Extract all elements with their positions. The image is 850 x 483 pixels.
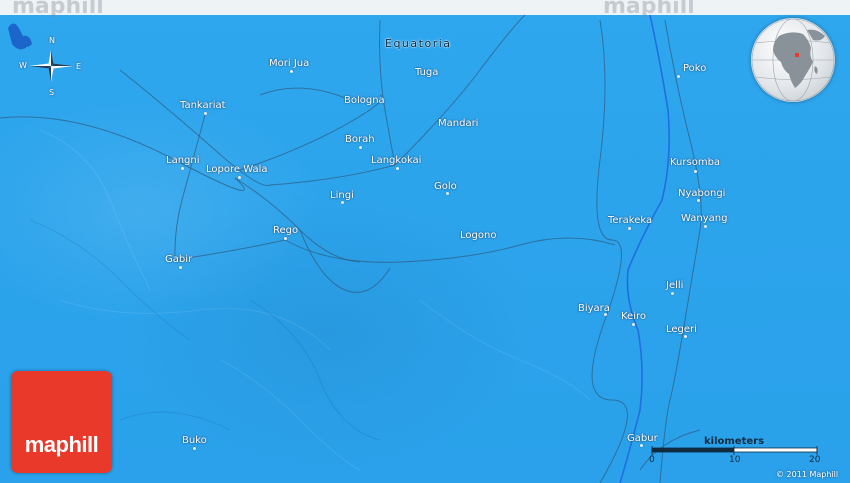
place-label: Poko: [683, 63, 707, 74]
place-dot: [284, 237, 287, 240]
compass-w: W: [19, 61, 27, 70]
place-dot: [628, 227, 631, 230]
location-marker: [795, 53, 799, 57]
map-canvas[interactable]: maphill maphill N S E W Equatoria Mori J…: [0, 0, 850, 483]
place-dot: [238, 176, 241, 179]
place-label: Kursomba: [670, 157, 721, 168]
compass-n: N: [49, 36, 55, 45]
place-dot: [396, 167, 399, 170]
scale-bar: [651, 446, 818, 455]
place-label: Gabur: [627, 433, 658, 444]
place-label: Tuga: [415, 67, 439, 78]
place-label: Jelli: [666, 280, 684, 291]
place-label: Golo: [434, 181, 457, 192]
place-dot: [446, 192, 449, 195]
place-dot: [677, 75, 680, 78]
place-label: Borah: [345, 134, 375, 145]
scale-tick: 10: [729, 455, 741, 465]
copyright: © 2011 Maphill: [776, 470, 839, 479]
compass-rose: [29, 50, 73, 82]
scale-title: kilometers: [704, 436, 765, 447]
place-label: Wanyang: [681, 213, 728, 224]
place-dot: [181, 167, 184, 170]
place-label: Tankariat: [180, 100, 226, 111]
place-label: Nyabongi: [678, 188, 726, 199]
place-dot: [193, 447, 196, 450]
maphill-logo[interactable]: maphill: [11, 371, 112, 473]
place-dot: [697, 199, 700, 202]
place-dot: [684, 335, 687, 338]
place-dot: [204, 112, 207, 115]
place-dot: [341, 201, 344, 204]
scale-tick: 0: [649, 455, 655, 465]
compass-s: S: [49, 88, 55, 97]
place-label: Langkokai: [371, 155, 422, 166]
place-dot: [704, 225, 707, 228]
place-label: Biyara: [578, 303, 610, 314]
place-label: Gabir: [165, 254, 193, 265]
place-dot: [694, 170, 697, 173]
place-dot: [179, 266, 182, 269]
place-label: Legeri: [666, 324, 697, 335]
place-label: Logono: [460, 230, 497, 241]
place-label: Terakeka: [608, 215, 653, 226]
lakes: [8, 23, 32, 50]
place-dot: [640, 444, 643, 447]
compass-e: E: [76, 62, 82, 71]
region-label: Equatoria: [385, 37, 452, 50]
place-label: Lopore Wala: [206, 164, 268, 175]
scale-tick: 20: [809, 455, 821, 465]
place-label: Langni: [166, 155, 200, 166]
place-dot: [671, 292, 674, 295]
place-label: Rego: [273, 225, 299, 236]
place-dot: [359, 146, 362, 149]
place-dot: [290, 70, 293, 73]
globe-icon: [751, 18, 835, 102]
place-dot: [632, 323, 635, 326]
place-label: Bologna: [344, 95, 385, 106]
logo-text: maphill: [24, 432, 99, 457]
place-label: Buko: [182, 435, 207, 446]
place-label: Lingi: [330, 190, 354, 201]
place-label: Mori Jua: [269, 58, 310, 69]
locator-globe: [751, 18, 835, 102]
place-label: Mandari: [438, 118, 479, 129]
place-label: Keiro: [621, 311, 646, 322]
